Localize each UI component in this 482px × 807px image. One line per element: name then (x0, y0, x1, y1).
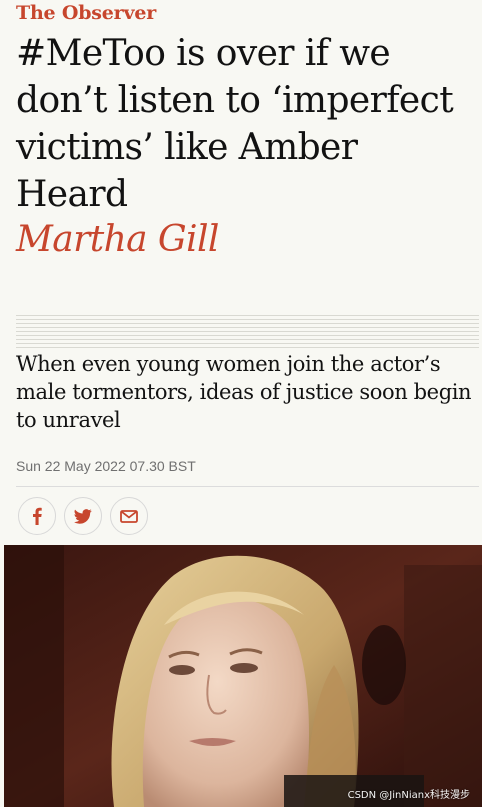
share-twitter-button[interactable] (64, 497, 102, 535)
share-email-button[interactable] (110, 497, 148, 535)
photo-watermark: CSDN @JinNianx科技漫步 (347, 790, 470, 801)
portrait-photo-illustration (4, 545, 482, 807)
article-main-photo[interactable]: CSDN @JinNianx科技漫步 (4, 545, 482, 807)
share-facebook-button[interactable] (18, 497, 56, 535)
meta-divider (16, 486, 479, 487)
article-standfirst: When even young women join the actor’s m… (16, 352, 472, 432)
decorative-rule-lines (16, 315, 479, 351)
facebook-icon (33, 507, 42, 525)
publish-date: Sun 22 May 2022 07.30 BST (16, 458, 196, 474)
email-icon (120, 509, 138, 523)
twitter-icon (74, 508, 92, 524)
section-kicker[interactable]: The Observer (16, 2, 156, 24)
article-headline: #MeToo is over if we don’t listen to ‘im… (16, 33, 454, 215)
author-byline[interactable]: Martha Gill (16, 216, 219, 263)
article-page: The Observer #MeToo is over if we don’t … (0, 0, 482, 807)
